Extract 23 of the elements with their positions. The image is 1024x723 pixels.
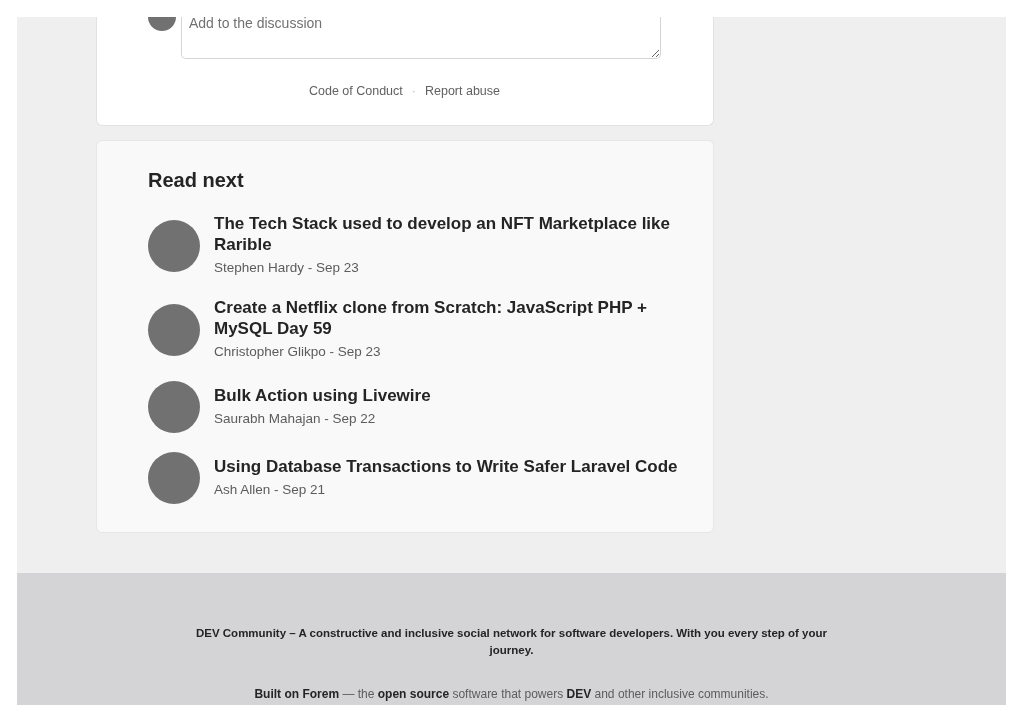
comment-footer-link[interactable]: Report abuse [424,82,500,100]
article-title-link[interactable]: Using Database Transactions to Write Safer Laravel Code [214,456,678,477]
separator-dot: · [411,83,416,100]
article-meta: Christopher Glikpo - Sep 23 [214,343,381,361]
user-avatar [148,17,176,31]
comment-footer-link[interactable]: Code of Conduct [308,82,403,100]
author-avatar [148,219,200,272]
author-avatar [148,303,200,356]
footer-link[interactable]: open source [377,687,450,701]
article-meta: Ash Allen - Sep 21 [214,481,326,499]
section-title: Read next [148,168,245,192]
footer-credit: Built on Forem — the open source software that powers DEV and other inclusive communities. [253,686,770,703]
author-avatar [148,381,200,433]
article-meta: Stephen Hardy - Sep 23 [214,259,359,277]
comment-field[interactable]: Add to the discussion [181,17,661,59]
footer-tagline: DEV Community – A constructive and inclusive social network for software developers. With you every step of your journey. [194,626,829,658]
footer-link[interactable]: Built on Forem [254,687,340,701]
article-title-link[interactable]: Bulk Action using Livewire [214,385,431,406]
footer-link[interactable]: DEV [566,687,592,701]
article-title-link[interactable]: Create a Netflix clone from Scratch: JavaScript PHP + MySQL Day 59 [214,297,698,339]
author-avatar [148,452,200,504]
article-title-link[interactable]: The Tech Stack used to develop an NFT Marketplace like Rarible [214,213,698,255]
article-meta: Saurabh Mahajan - Sep 22 [214,410,376,428]
